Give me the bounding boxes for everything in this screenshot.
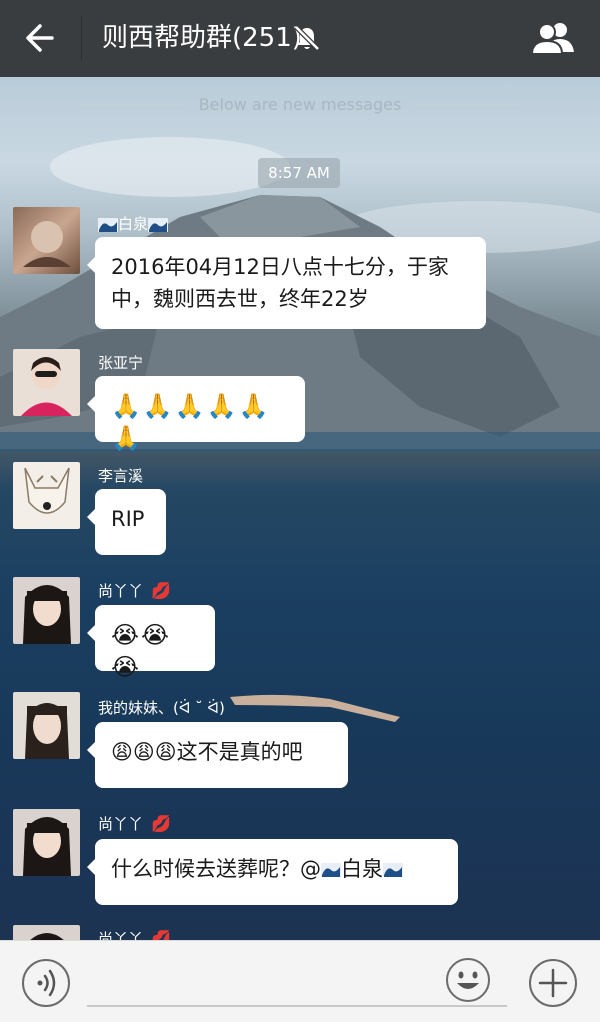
mention-name[interactable]: 白泉 [341, 857, 383, 881]
chat-area[interactable]: Below are new messages 8:57 AM 白泉 2016年0… [0, 77, 600, 940]
message-bubble[interactable]: 什么时候去送葬呢？@ 白泉 [87, 839, 458, 905]
sender-name: 张亚宁 [98, 354, 144, 372]
voice-icon [22, 959, 70, 1007]
chat-header: 则西帮助群(251) [0, 0, 600, 77]
avatar[interactable] [13, 692, 80, 759]
emoji-button[interactable] [445, 957, 491, 1003]
lips-icon: 💋 [151, 581, 171, 600]
message-bubble[interactable]: 2016年04月12日八点十七分，于家中，魏则西去世，终年22岁 [87, 237, 486, 329]
message-input-bar [0, 940, 600, 1022]
avatar[interactable] [13, 462, 80, 529]
avatar[interactable] [13, 207, 80, 274]
sender-name: 尚丫丫 💋 [98, 814, 171, 833]
wave-icon [321, 863, 341, 877]
plus-icon [529, 959, 577, 1007]
avatar[interactable] [13, 577, 80, 644]
more-options-button[interactable] [527, 957, 579, 1009]
lips-icon: 💋 [151, 929, 171, 940]
message-bubble[interactable]: 😩😩😩这不是真的吧 [87, 722, 348, 788]
message-timestamp: 8:57 AM [258, 158, 340, 188]
arrow-left-icon [26, 24, 54, 52]
sender-name: 白泉 [98, 214, 169, 234]
bell-off-icon [293, 24, 321, 52]
lips-icon: 💋 [151, 814, 171, 833]
wave-icon [98, 217, 118, 232]
message-bubble[interactable]: RIP [87, 489, 166, 555]
wave-icon [148, 217, 169, 232]
message-bubble[interactable]: 🙏🙏🙏🙏🙏🙏 [87, 376, 305, 452]
header-divider [81, 16, 82, 60]
new-messages-divider-right [416, 105, 526, 106]
group-title: 则西帮助群(251) [102, 23, 302, 53]
sender-name: 尚丫丫 💋 [98, 581, 171, 600]
avatar[interactable] [13, 809, 80, 876]
message-text-field[interactable] [87, 1005, 507, 1007]
wave-icon [383, 863, 403, 877]
avatar[interactable] [13, 349, 80, 416]
avatar[interactable] [13, 925, 80, 940]
sender-name: 李言溪 [98, 467, 144, 485]
voice-button[interactable] [21, 958, 71, 1008]
smiley-icon [446, 958, 490, 1002]
sender-name: 我的妹妹、(ᐛ ˘ ᐛ) [98, 699, 225, 717]
sender-name: 尚丫丫 💋 [98, 929, 171, 940]
back-button[interactable] [22, 20, 62, 56]
message-bubble[interactable]: 😭😭😭 [87, 605, 215, 681]
group-members-icon [530, 23, 574, 55]
group-members-button[interactable] [528, 20, 578, 56]
